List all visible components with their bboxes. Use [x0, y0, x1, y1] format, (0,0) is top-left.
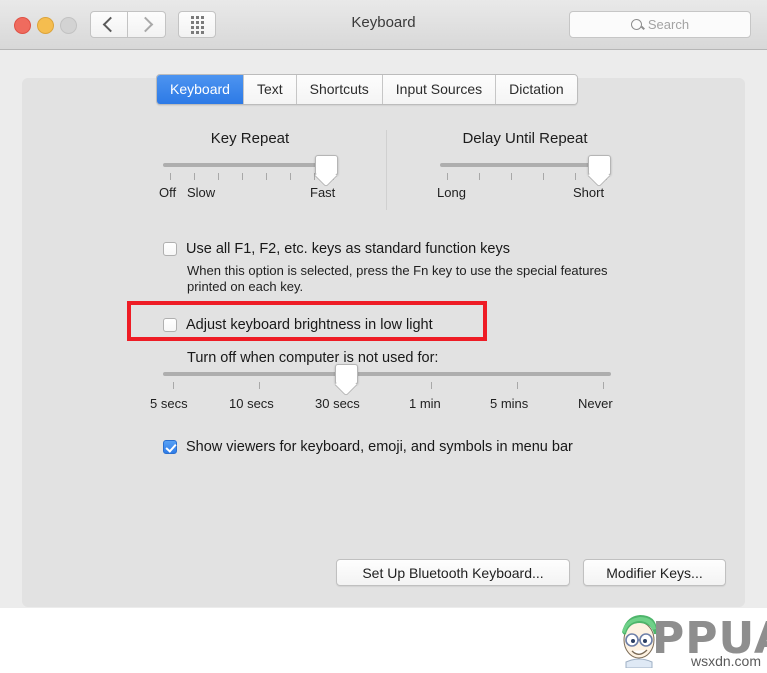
watermark-site: wsxdn.com — [690, 653, 761, 669]
key-repeat-label-slow: Slow — [187, 185, 216, 200]
keyboard-brightness-checkbox[interactable] — [163, 318, 177, 332]
timer-tick-5-secs: 5 secs — [150, 396, 188, 411]
tab-keyboard[interactable]: Keyboard — [157, 75, 244, 104]
modifier-keys-button[interactable]: Modifier Keys... — [583, 559, 726, 586]
show-viewers-checkbox[interactable] — [163, 440, 177, 454]
content-panel — [22, 78, 745, 607]
delay-until-repeat-ticks — [440, 173, 610, 180]
function-keys-help-line1: When this option is selected, press the … — [187, 263, 608, 278]
search-icon — [630, 19, 642, 30]
timer-tick-1-min: 1 min — [409, 396, 441, 411]
function-keys-row[interactable]: Use all F1, F2, etc. keys as standard fu… — [163, 242, 510, 257]
delay-until-repeat-track[interactable] — [440, 163, 610, 167]
timer-tick-never: Never — [578, 396, 613, 411]
function-keys-checkbox[interactable] — [163, 242, 177, 256]
search-input[interactable]: Search — [569, 11, 751, 38]
turn-off-timer-track[interactable] — [163, 372, 611, 376]
key-repeat-title: Key Repeat — [210, 130, 290, 147]
function-keys-help: When this option is selected, press the … — [187, 263, 637, 295]
delay-label-short: Short — [573, 185, 605, 200]
tab-input-sources[interactable]: Input Sources — [382, 75, 497, 104]
function-keys-label: Use all F1, F2, etc. keys as standard fu… — [186, 241, 510, 257]
title-bar: Keyboard Search — [0, 0, 767, 50]
delay-until-repeat-labels: Long Short — [437, 185, 610, 203]
key-repeat-ticks — [163, 173, 337, 180]
tab-shortcuts[interactable]: Shortcuts — [296, 75, 383, 104]
turn-off-timer-ticks — [163, 382, 611, 389]
timer-tick-10-secs: 10 secs — [229, 396, 274, 411]
show-viewers-row[interactable]: Show viewers for keyboard, emoji, and sy… — [163, 440, 573, 455]
delay-label-long: Long — [437, 185, 466, 200]
setup-bluetooth-keyboard-button[interactable]: Set Up Bluetooth Keyboard... — [336, 559, 570, 586]
key-repeat-section: Key Repeat Off Slow Fast — [159, 130, 338, 209]
timer-tick-30-secs: 30 secs — [315, 396, 360, 411]
key-repeat-label-fast: Fast — [310, 185, 336, 200]
keyboard-brightness-row[interactable]: Adjust keyboard brightness in low light — [163, 318, 433, 333]
function-keys-help-line2: printed on each key. — [187, 279, 304, 294]
tab-bar: Keyboard Text Shortcuts Input Sources Di… — [156, 74, 578, 105]
key-repeat-label-off: Off — [159, 185, 177, 200]
section-divider — [386, 130, 387, 210]
key-repeat-handle[interactable] — [315, 155, 338, 175]
key-repeat-labels: Off Slow Fast — [159, 185, 337, 203]
turn-off-timer-section: 5 secs 10 secs 30 secs 1 min 5 mins Neve… — [150, 364, 613, 422]
key-repeat-track[interactable] — [163, 163, 337, 167]
search-placeholder: Search — [647, 17, 690, 32]
show-viewers-label: Show viewers for keyboard, emoji, and sy… — [186, 439, 573, 455]
delay-until-repeat-title: Delay Until Repeat — [462, 130, 588, 147]
delay-until-repeat-section: Delay Until Repeat Long Short — [437, 130, 611, 209]
tab-text[interactable]: Text — [243, 75, 297, 104]
preferences-window: Keyboard Search Keyboard Text Shortcuts … — [0, 0, 767, 608]
turn-off-timer-labels: 5 secs 10 secs 30 secs 1 min 5 mins Neve… — [150, 396, 613, 414]
keyboard-brightness-label: Adjust keyboard brightness in low light — [186, 317, 433, 333]
watermark: PPUALS wsxdn.com — [610, 608, 767, 673]
delay-until-repeat-handle[interactable] — [588, 155, 611, 175]
turn-off-timer-label: Turn off when computer is not used for: — [187, 350, 439, 366]
turn-off-timer-handle[interactable] — [335, 364, 358, 384]
timer-tick-5-mins: 5 mins — [490, 396, 529, 411]
tab-dictation[interactable]: Dictation — [496, 75, 577, 104]
